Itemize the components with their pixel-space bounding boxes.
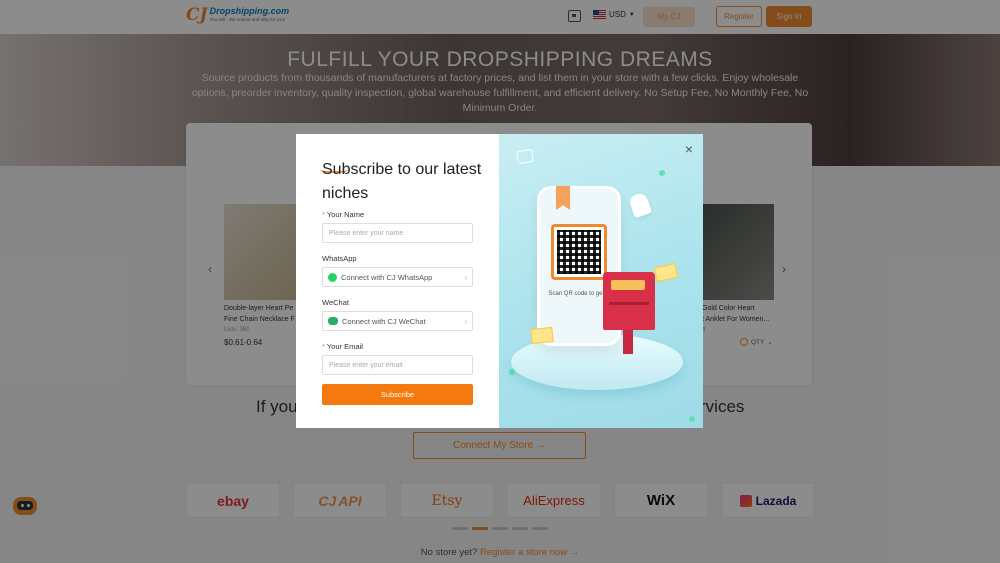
email-label: * Your Email [322,342,363,351]
bookmark-icon [556,186,570,210]
required-mark: * [322,342,325,351]
name-label-text: Your Name [326,210,365,219]
whatsapp-connect-label: Connect with CJ WhatsApp [341,272,433,282]
mailbox-lid [611,280,645,290]
qr-pattern [557,230,601,274]
wechat-icon [328,317,338,325]
wechat-label: WeChat [322,298,349,307]
mailbox-post [623,330,633,354]
subscribe-form: Subscribe to our latest niches * Your Na… [296,134,499,428]
required-mark: * [322,210,325,219]
sparkle-decoration [689,416,695,422]
envelope-icon [530,326,554,345]
subscribe-button[interactable]: Subscribe [322,384,473,405]
chevron-right-icon: › [464,272,467,282]
name-input[interactable] [322,223,473,243]
envelope-icon [653,262,679,283]
whatsapp-connect-button[interactable]: Connect with CJ WhatsApp › [322,267,473,287]
wechat-connect-button[interactable]: Connect with CJ WeChat › [322,311,473,331]
whatsapp-icon [328,272,337,282]
whatsapp-label: WhatsApp [322,254,357,263]
bell-icon [627,191,653,219]
email-label-text: Your Email [326,342,363,351]
subscribe-modal: Subscribe to our latest niches * Your Na… [296,134,703,428]
chevron-right-icon: › [464,316,467,326]
app-promo-panel: × Scan QR code to get the app. [499,134,703,428]
qr-code [551,224,607,280]
sparkle-decoration [659,170,665,176]
modal-title: Subscribe to our latest niches [322,161,482,202]
mailbox-slot [609,302,649,305]
close-icon[interactable]: × [685,142,693,156]
name-label: * Your Name [322,210,364,219]
mailbox-illustration [603,272,655,330]
chat-bubble-icon [516,148,534,165]
wechat-connect-label: Connect with CJ WeChat [342,316,426,326]
email-input[interactable] [322,355,473,375]
